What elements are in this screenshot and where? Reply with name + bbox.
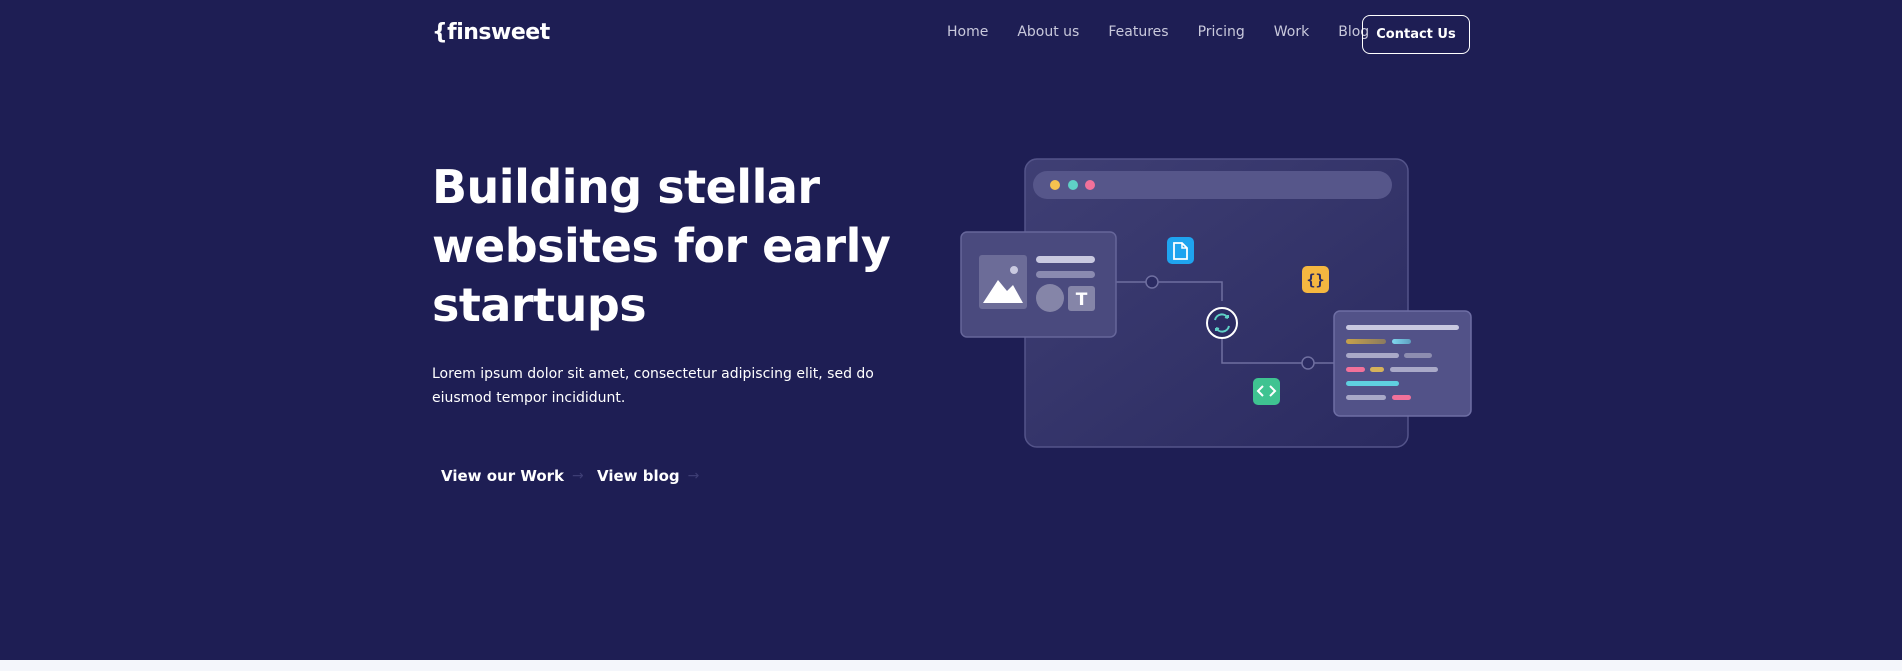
text-icon: T — [1076, 290, 1088, 310]
view-work-link[interactable]: View our Work → — [441, 467, 584, 485]
next-section-edge — [0, 660, 1902, 671]
hero-title: Building stellar websites for early star… — [432, 160, 891, 332]
arrow-right-icon: → — [687, 468, 700, 484]
view-blog-label: View blog — [597, 467, 680, 485]
nav-home[interactable]: Home — [947, 24, 988, 40]
contact-us-button[interactable]: Contact Us — [1362, 15, 1470, 54]
nav-about[interactable]: About us — [1017, 24, 1079, 40]
nav-work[interactable]: Work — [1274, 24, 1309, 40]
brand-logo[interactable]: {finsweet — [432, 20, 550, 45]
nav-pricing[interactable]: Pricing — [1198, 24, 1245, 40]
window-dot-pink — [1085, 180, 1095, 190]
arrow-right-icon: → — [572, 468, 584, 484]
code-icon — [1253, 378, 1280, 405]
hero-illustration: T {} — [960, 158, 1472, 448]
view-work-label: View our Work — [441, 467, 565, 485]
view-blog-link[interactable]: View blog → — [597, 467, 699, 485]
hero-description: Lorem ipsum dolor sit amet, consectetur … — [432, 366, 874, 406]
sync-icon — [1206, 307, 1238, 339]
image-card: T — [960, 231, 1117, 338]
code-card — [1333, 310, 1472, 417]
nav-features[interactable]: Features — [1108, 24, 1168, 40]
file-icon — [1167, 237, 1194, 264]
main-nav: Home About us Features Pricing Work Blog — [947, 24, 1369, 40]
window-dot-green — [1068, 180, 1078, 190]
braces-icon: {} — [1302, 266, 1329, 293]
window-dot-yellow — [1050, 180, 1060, 190]
hero-section: {finsweet Home About us Features Pricing… — [0, 0, 1902, 660]
braces-glyph: {} — [1306, 271, 1324, 289]
